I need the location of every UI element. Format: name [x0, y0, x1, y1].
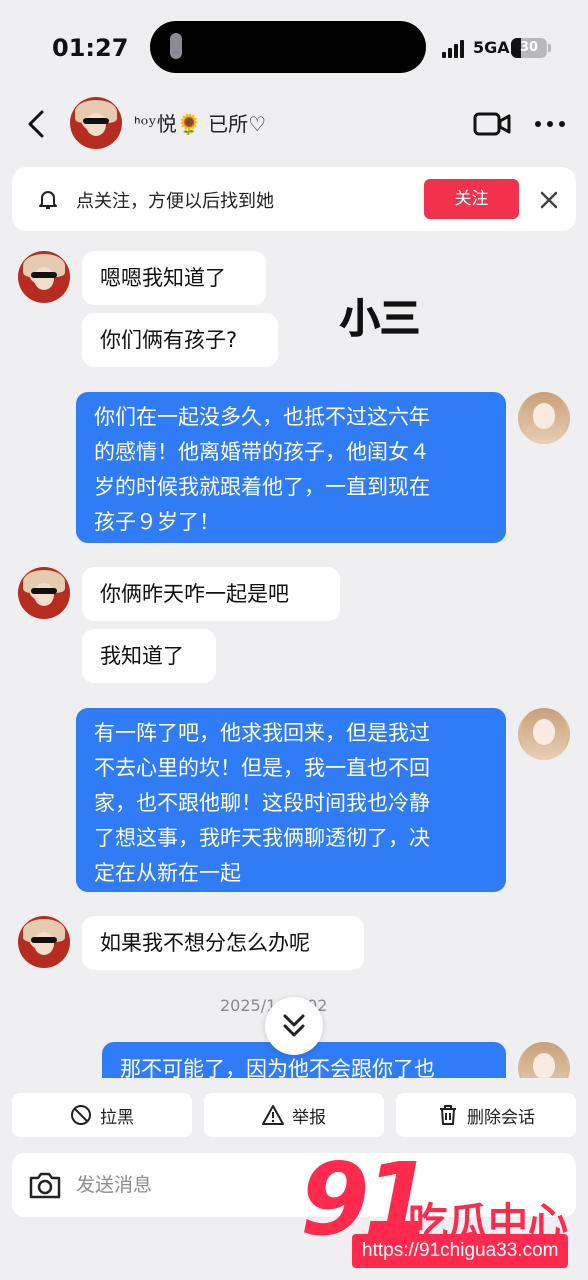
follow-banner-text: 点关注，方便以后找到她 — [76, 191, 274, 212]
block-button[interactable]: 拉黑 — [12, 1093, 192, 1137]
contact-avatar[interactable] — [18, 251, 70, 303]
block-label: 拉黑 — [100, 1107, 134, 1128]
status-time: 01:27 — [52, 34, 129, 62]
block-icon — [71, 1105, 91, 1125]
chat-header: ᑋᵒʸ悦🌻 已所♡ — [0, 92, 588, 156]
message-bubble-incoming[interactable]: 你俩昨天咋一起是吧 — [82, 567, 340, 621]
watermark-url: https://91chigua33.com — [352, 1234, 569, 1268]
contact-name[interactable]: ᑋᵒʸ悦🌻 已所♡ — [134, 108, 266, 137]
bell-icon — [39, 191, 57, 209]
my-avatar[interactable] — [518, 1042, 570, 1078]
delete-conversation-button[interactable]: 删除会话 — [396, 1093, 576, 1137]
warning-icon — [262, 1105, 284, 1125]
more-options-icon[interactable] — [532, 110, 568, 138]
flashlight-icon — [170, 33, 182, 59]
follow-banner: 点关注，方便以后找到她 关注 — [12, 167, 576, 231]
report-button[interactable]: 举报 — [204, 1093, 384, 1137]
my-avatar[interactable] — [518, 708, 570, 760]
signal-icon — [442, 40, 466, 58]
message-bubble-incoming[interactable]: 我知道了 — [82, 629, 216, 683]
overlay-label: 小三 — [340, 296, 421, 343]
back-arrow-icon[interactable] — [20, 104, 56, 144]
report-label: 举报 — [292, 1107, 326, 1128]
close-icon[interactable] — [536, 187, 562, 213]
video-call-icon[interactable] — [472, 108, 512, 140]
my-avatar[interactable] — [518, 392, 570, 444]
scroll-to-bottom-button[interactable] — [265, 997, 323, 1055]
delete-label: 删除会话 — [467, 1107, 535, 1128]
network-type: 5GA — [473, 38, 510, 57]
follow-button[interactable]: 关注 — [424, 179, 519, 219]
contact-avatar[interactable] — [70, 97, 122, 149]
battery-icon: 30 — [511, 38, 547, 58]
message-bubble-incoming[interactable]: 嗯嗯我知道了 — [82, 251, 266, 305]
dynamic-island — [150, 21, 426, 73]
trash-icon — [440, 1105, 456, 1125]
contact-avatar[interactable] — [18, 916, 70, 968]
contact-avatar[interactable] — [18, 567, 70, 619]
battery-level: 30 — [519, 40, 539, 55]
message-bubble-outgoing[interactable]: 你们在一起没多久，也抵不过这六年 的感情！他离婚带的孩子，他闺女４ 岁的时候我就… — [76, 392, 506, 543]
camera-icon[interactable] — [28, 1169, 62, 1201]
message-bubble-incoming[interactable]: 你们俩有孩子? — [82, 313, 278, 367]
double-chevron-down-icon — [283, 1014, 305, 1037]
message-bubble-outgoing[interactable]: 有一阵了吧，他求我回来，但是我过 不去心里的坎！但是，我一直也不回 家，也不跟他… — [76, 708, 506, 892]
status-bar: 01:27 5GA 30 — [0, 0, 588, 92]
message-bubble-incoming[interactable]: 如果我不想分怎么办呢 — [82, 916, 364, 970]
